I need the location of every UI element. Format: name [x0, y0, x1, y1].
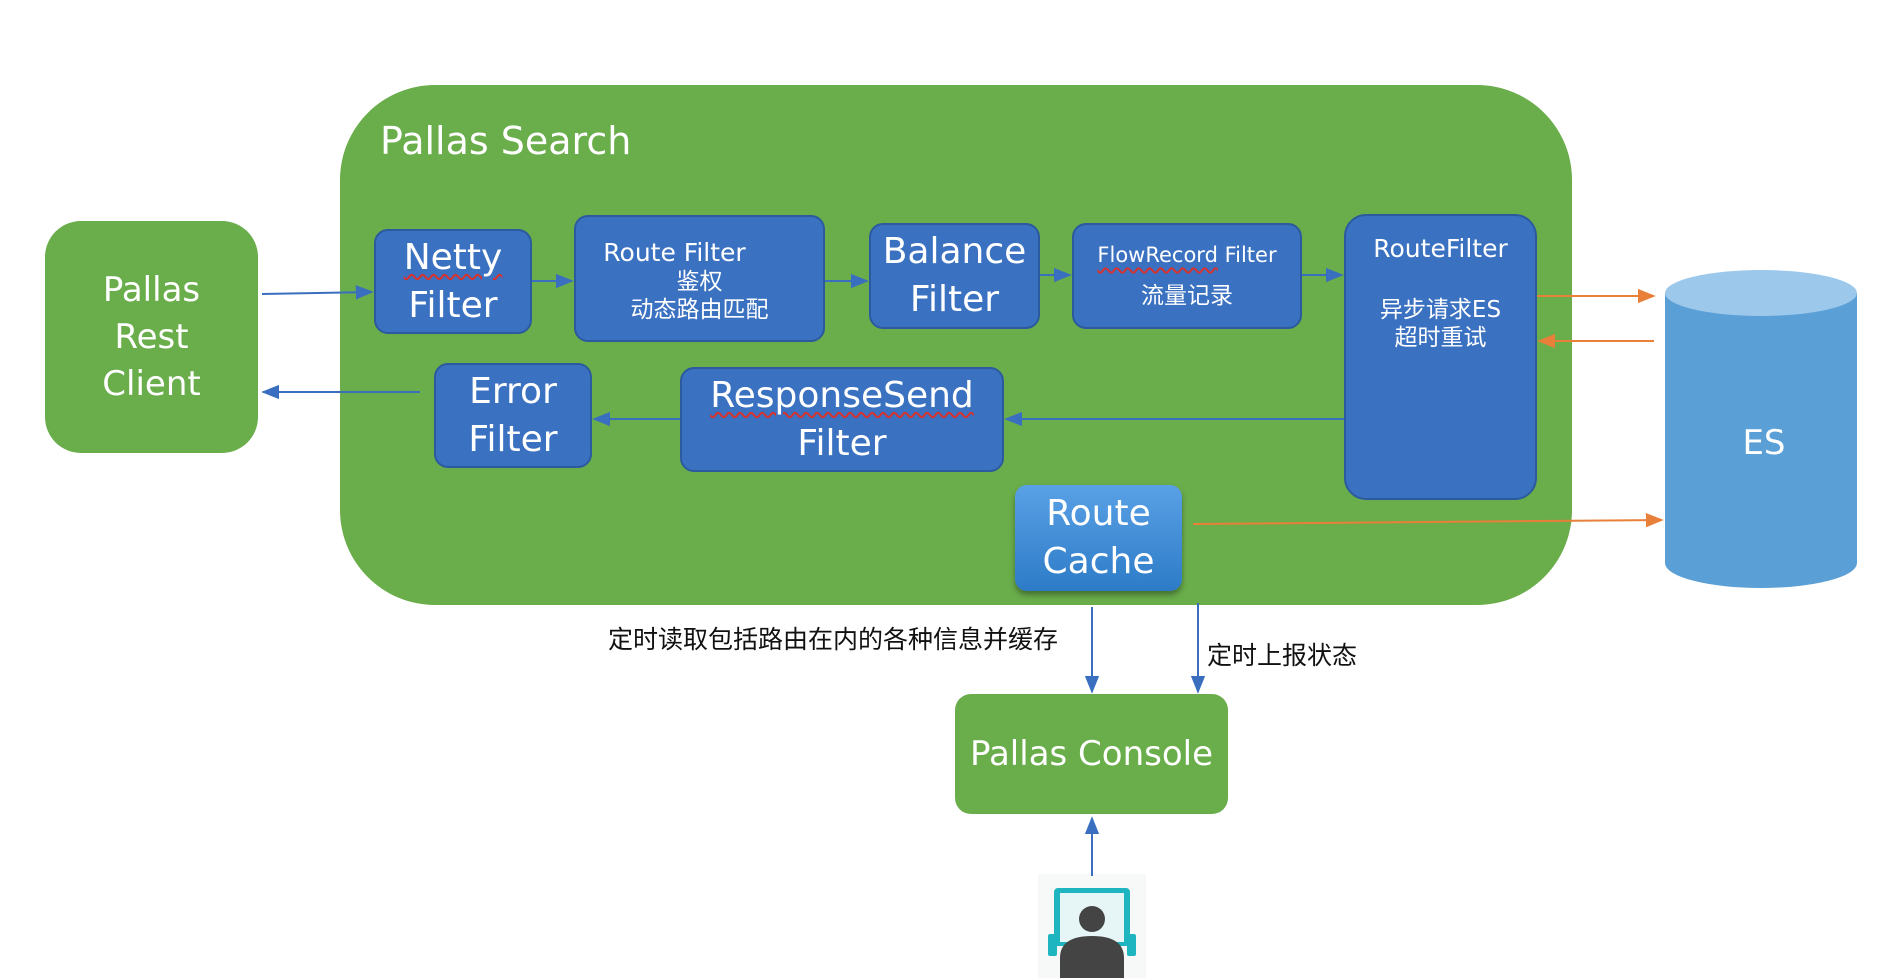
arrow-client-to-netty — [261, 285, 374, 300]
arrow-cache-to-es — [1192, 512, 1664, 528]
connectors — [261, 267, 1664, 876]
